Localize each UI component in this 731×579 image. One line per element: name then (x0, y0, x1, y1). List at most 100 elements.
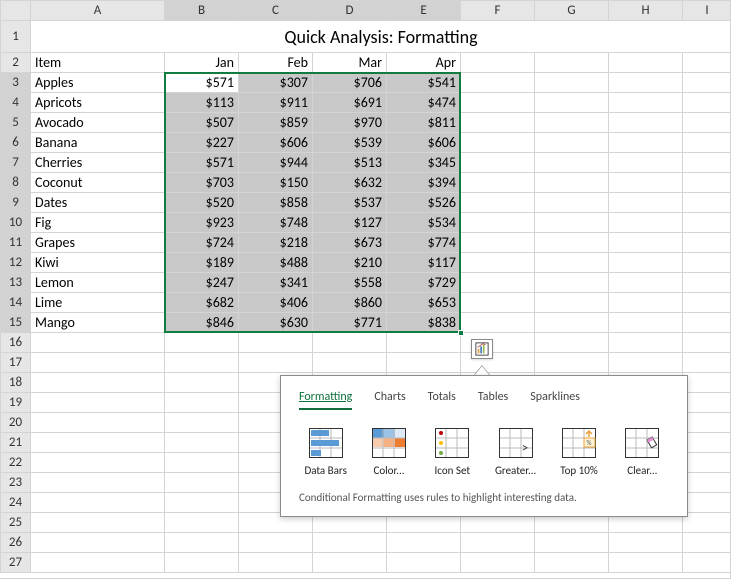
cell[interactable] (239, 333, 313, 353)
cell[interactable] (387, 533, 461, 553)
cell[interactable]: Banana (31, 133, 165, 153)
cell[interactable]: $307 (239, 73, 313, 93)
cell[interactable]: $771 (313, 313, 387, 333)
cell[interactable]: $673 (313, 233, 387, 253)
cell[interactable] (683, 173, 731, 193)
cell[interactable] (461, 233, 535, 253)
cell[interactable] (683, 433, 731, 453)
cell[interactable]: $150 (239, 173, 313, 193)
cell[interactable]: $474 (387, 93, 461, 113)
cell[interactable] (683, 153, 731, 173)
row-header[interactable]: 2 (1, 53, 31, 73)
tab-tables[interactable]: Tables (478, 390, 508, 410)
header-mar[interactable]: Mar (313, 53, 387, 73)
cell[interactable] (609, 253, 683, 273)
header-item[interactable]: Item (31, 53, 165, 73)
cell[interactable]: Mango (31, 313, 165, 333)
cell[interactable] (461, 73, 535, 93)
col-header-G[interactable]: G (535, 1, 609, 21)
cell[interactable] (609, 113, 683, 133)
cell[interactable]: $729 (387, 273, 461, 293)
cell[interactable]: Lemon (31, 273, 165, 293)
col-header-A[interactable]: A (31, 1, 165, 21)
page-title[interactable]: Quick Analysis: Formatting (31, 21, 731, 53)
col-header-I[interactable]: I (683, 1, 731, 21)
cell[interactable] (683, 273, 731, 293)
cell[interactable] (535, 313, 609, 333)
cell[interactable] (535, 73, 609, 93)
col-header-E[interactable]: E (387, 1, 461, 21)
row-header[interactable]: 12 (1, 253, 31, 273)
cell[interactable] (461, 153, 535, 173)
cell[interactable]: $227 (165, 133, 239, 153)
col-header-H[interactable]: H (609, 1, 683, 21)
cell[interactable] (683, 293, 731, 313)
cell[interactable] (461, 273, 535, 293)
cell[interactable] (535, 293, 609, 313)
row-header[interactable]: 4 (1, 93, 31, 113)
cell[interactable]: Apples (31, 73, 165, 93)
cell[interactable] (535, 133, 609, 153)
worksheet[interactable]: A B C D E F G H I 1Quick Analysis: Forma… (0, 0, 731, 579)
col-header-F[interactable]: F (461, 1, 535, 21)
cell[interactable] (683, 393, 731, 413)
cell[interactable] (609, 533, 683, 553)
cell[interactable] (535, 553, 609, 573)
cell[interactable] (165, 413, 239, 433)
cell[interactable] (461, 293, 535, 313)
cell[interactable] (165, 453, 239, 473)
cell[interactable] (387, 353, 461, 373)
cell[interactable]: $682 (165, 293, 239, 313)
cell[interactable] (683, 353, 731, 373)
row-header[interactable]: 6 (1, 133, 31, 153)
opt-top-10[interactable]: % Top 10% (552, 428, 605, 477)
cell[interactable]: $923 (165, 213, 239, 233)
cell[interactable] (683, 133, 731, 153)
row-header[interactable]: 18 (1, 373, 31, 393)
cell[interactable] (165, 473, 239, 493)
cell[interactable]: $218 (239, 233, 313, 253)
cell[interactable]: Cherries (31, 153, 165, 173)
cell[interactable] (535, 193, 609, 213)
cell[interactable]: $394 (387, 173, 461, 193)
cell[interactable] (31, 493, 165, 513)
cell[interactable] (31, 453, 165, 473)
cell[interactable] (461, 53, 535, 73)
tab-totals[interactable]: Totals (428, 390, 456, 410)
cell[interactable] (683, 313, 731, 333)
row-header[interactable]: 1 (1, 21, 31, 53)
cell[interactable] (683, 373, 731, 393)
header-jan[interactable]: Jan (165, 53, 239, 73)
cell[interactable] (683, 93, 731, 113)
cell[interactable]: $691 (313, 93, 387, 113)
col-header-C[interactable]: C (239, 1, 313, 21)
cell[interactable] (165, 353, 239, 373)
row-header[interactable]: 3 (1, 73, 31, 93)
cell[interactable] (31, 553, 165, 573)
opt-clear[interactable]: Clear... (616, 428, 669, 477)
cell[interactable] (387, 333, 461, 353)
cell[interactable] (609, 173, 683, 193)
row-header[interactable]: 17 (1, 353, 31, 373)
cell[interactable]: $911 (239, 93, 313, 113)
cell[interactable] (683, 113, 731, 133)
cell[interactable]: $838 (387, 313, 461, 333)
cell[interactable] (461, 113, 535, 133)
cell[interactable] (609, 133, 683, 153)
cell[interactable] (535, 53, 609, 73)
cell[interactable] (683, 253, 731, 273)
cell[interactable] (535, 153, 609, 173)
cell[interactable] (31, 393, 165, 413)
cell[interactable]: $507 (165, 113, 239, 133)
cell[interactable] (461, 193, 535, 213)
cell[interactable] (683, 533, 731, 553)
cell[interactable] (313, 533, 387, 553)
cell[interactable] (609, 233, 683, 253)
cell[interactable] (239, 533, 313, 553)
cell[interactable] (31, 333, 165, 353)
cell[interactable] (683, 453, 731, 473)
cell[interactable]: $632 (313, 173, 387, 193)
opt-data-bars[interactable]: Data Bars (299, 428, 352, 477)
row-header[interactable]: 11 (1, 233, 31, 253)
cell[interactable]: $406 (239, 293, 313, 313)
